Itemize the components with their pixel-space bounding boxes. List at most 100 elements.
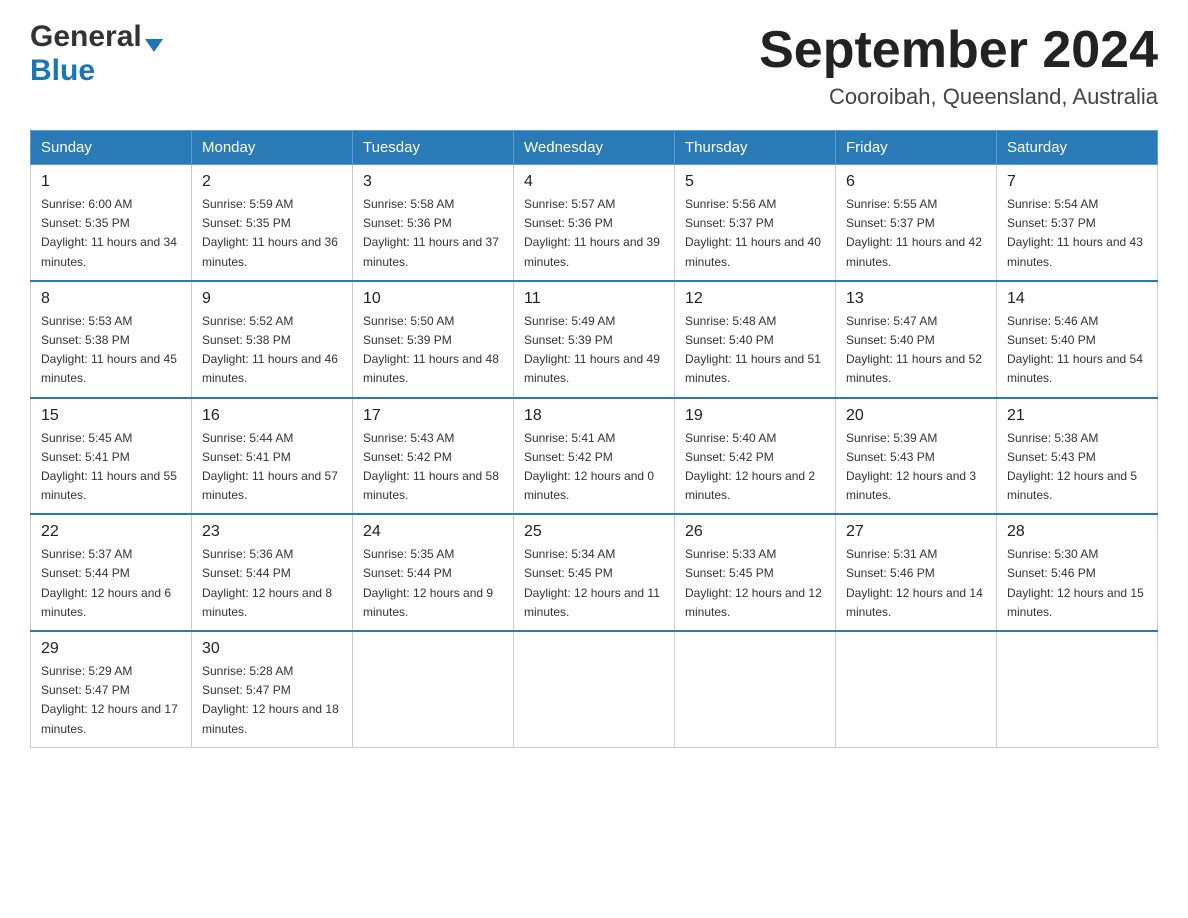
day-info: Sunrise: 5:46 AMSunset: 5:40 PMDaylight:… xyxy=(1007,312,1147,389)
day-info: Sunrise: 5:36 AMSunset: 5:44 PMDaylight:… xyxy=(202,545,342,622)
calendar-title: September 2024 xyxy=(759,20,1158,80)
day-info: Sunrise: 5:54 AMSunset: 5:37 PMDaylight:… xyxy=(1007,195,1147,272)
day-number: 15 xyxy=(41,407,181,425)
day-number: 19 xyxy=(685,407,825,425)
day-headers-row: SundayMondayTuesdayWednesdayThursdayFrid… xyxy=(31,131,1158,165)
calendar-cell: 17 Sunrise: 5:43 AMSunset: 5:42 PMDaylig… xyxy=(353,398,514,515)
calendar-cell: 10 Sunrise: 5:50 AMSunset: 5:39 PMDaylig… xyxy=(353,281,514,398)
day-info: Sunrise: 5:47 AMSunset: 5:40 PMDaylight:… xyxy=(846,312,986,389)
day-number: 23 xyxy=(202,523,342,541)
day-number: 4 xyxy=(524,173,664,191)
day-info: Sunrise: 5:49 AMSunset: 5:39 PMDaylight:… xyxy=(524,312,664,389)
day-info: Sunrise: 5:40 AMSunset: 5:42 PMDaylight:… xyxy=(685,429,825,506)
calendar-cell: 19 Sunrise: 5:40 AMSunset: 5:42 PMDaylig… xyxy=(675,398,836,515)
day-number: 30 xyxy=(202,640,342,658)
calendar-cell: 25 Sunrise: 5:34 AMSunset: 5:45 PMDaylig… xyxy=(514,514,675,631)
day-number: 3 xyxy=(363,173,503,191)
day-number: 20 xyxy=(846,407,986,425)
calendar-cell: 28 Sunrise: 5:30 AMSunset: 5:46 PMDaylig… xyxy=(997,514,1158,631)
day-info: Sunrise: 5:30 AMSunset: 5:46 PMDaylight:… xyxy=(1007,545,1147,622)
day-info: Sunrise: 5:52 AMSunset: 5:38 PMDaylight:… xyxy=(202,312,342,389)
calendar-cell: 21 Sunrise: 5:38 AMSunset: 5:43 PMDaylig… xyxy=(997,398,1158,515)
calendar-cell: 16 Sunrise: 5:44 AMSunset: 5:41 PMDaylig… xyxy=(192,398,353,515)
calendar-cell: 12 Sunrise: 5:48 AMSunset: 5:40 PMDaylig… xyxy=(675,281,836,398)
day-number: 27 xyxy=(846,523,986,541)
calendar-cell: 2 Sunrise: 5:59 AMSunset: 5:35 PMDayligh… xyxy=(192,165,353,281)
calendar-table: SundayMondayTuesdayWednesdayThursdayFrid… xyxy=(30,130,1158,748)
day-info: Sunrise: 5:37 AMSunset: 5:44 PMDaylight:… xyxy=(41,545,181,622)
day-info: Sunrise: 5:57 AMSunset: 5:36 PMDaylight:… xyxy=(524,195,664,272)
day-info: Sunrise: 5:53 AMSunset: 5:38 PMDaylight:… xyxy=(41,312,181,389)
day-info: Sunrise: 5:35 AMSunset: 5:44 PMDaylight:… xyxy=(363,545,503,622)
calendar-cell xyxy=(675,631,836,747)
calendar-cell: 30 Sunrise: 5:28 AMSunset: 5:47 PMDaylig… xyxy=(192,631,353,747)
calendar-cell xyxy=(836,631,997,747)
calendar-cell: 24 Sunrise: 5:35 AMSunset: 5:44 PMDaylig… xyxy=(353,514,514,631)
day-info: Sunrise: 6:00 AMSunset: 5:35 PMDaylight:… xyxy=(41,195,181,272)
logo: General Blue xyxy=(30,20,163,88)
day-info: Sunrise: 5:59 AMSunset: 5:35 PMDaylight:… xyxy=(202,195,342,272)
day-header-monday: Monday xyxy=(192,131,353,165)
calendar-cell: 27 Sunrise: 5:31 AMSunset: 5:46 PMDaylig… xyxy=(836,514,997,631)
calendar-cell: 7 Sunrise: 5:54 AMSunset: 5:37 PMDayligh… xyxy=(997,165,1158,281)
day-number: 13 xyxy=(846,290,986,308)
page-header: General Blue September 2024 Cooroibah, Q… xyxy=(30,20,1158,110)
day-header-sunday: Sunday xyxy=(31,131,192,165)
day-info: Sunrise: 5:43 AMSunset: 5:42 PMDaylight:… xyxy=(363,429,503,506)
day-number: 9 xyxy=(202,290,342,308)
day-number: 26 xyxy=(685,523,825,541)
day-number: 8 xyxy=(41,290,181,308)
day-number: 12 xyxy=(685,290,825,308)
calendar-subtitle: Cooroibah, Queensland, Australia xyxy=(759,84,1158,110)
day-info: Sunrise: 5:38 AMSunset: 5:43 PMDaylight:… xyxy=(1007,429,1147,506)
logo-triangle-icon xyxy=(145,39,163,52)
day-number: 21 xyxy=(1007,407,1147,425)
title-area: September 2024 Cooroibah, Queensland, Au… xyxy=(759,20,1158,110)
calendar-cell xyxy=(514,631,675,747)
day-number: 29 xyxy=(41,640,181,658)
day-info: Sunrise: 5:55 AMSunset: 5:37 PMDaylight:… xyxy=(846,195,986,272)
day-info: Sunrise: 5:34 AMSunset: 5:45 PMDaylight:… xyxy=(524,545,664,622)
calendar-cell: 15 Sunrise: 5:45 AMSunset: 5:41 PMDaylig… xyxy=(31,398,192,515)
week-row-4: 22 Sunrise: 5:37 AMSunset: 5:44 PMDaylig… xyxy=(31,514,1158,631)
logo-general-text: General xyxy=(30,20,142,54)
day-info: Sunrise: 5:28 AMSunset: 5:47 PMDaylight:… xyxy=(202,662,342,739)
day-info: Sunrise: 5:58 AMSunset: 5:36 PMDaylight:… xyxy=(363,195,503,272)
day-info: Sunrise: 5:45 AMSunset: 5:41 PMDaylight:… xyxy=(41,429,181,506)
day-info: Sunrise: 5:48 AMSunset: 5:40 PMDaylight:… xyxy=(685,312,825,389)
calendar-cell: 26 Sunrise: 5:33 AMSunset: 5:45 PMDaylig… xyxy=(675,514,836,631)
week-row-3: 15 Sunrise: 5:45 AMSunset: 5:41 PMDaylig… xyxy=(31,398,1158,515)
day-number: 7 xyxy=(1007,173,1147,191)
calendar-cell: 13 Sunrise: 5:47 AMSunset: 5:40 PMDaylig… xyxy=(836,281,997,398)
calendar-cell xyxy=(997,631,1158,747)
calendar-cell: 22 Sunrise: 5:37 AMSunset: 5:44 PMDaylig… xyxy=(31,514,192,631)
day-header-wednesday: Wednesday xyxy=(514,131,675,165)
day-number: 11 xyxy=(524,290,664,308)
day-info: Sunrise: 5:29 AMSunset: 5:47 PMDaylight:… xyxy=(41,662,181,739)
calendar-cell: 20 Sunrise: 5:39 AMSunset: 5:43 PMDaylig… xyxy=(836,398,997,515)
calendar-cell: 23 Sunrise: 5:36 AMSunset: 5:44 PMDaylig… xyxy=(192,514,353,631)
calendar-cell: 6 Sunrise: 5:55 AMSunset: 5:37 PMDayligh… xyxy=(836,165,997,281)
day-number: 5 xyxy=(685,173,825,191)
week-row-2: 8 Sunrise: 5:53 AMSunset: 5:38 PMDayligh… xyxy=(31,281,1158,398)
calendar-cell: 29 Sunrise: 5:29 AMSunset: 5:47 PMDaylig… xyxy=(31,631,192,747)
day-info: Sunrise: 5:56 AMSunset: 5:37 PMDaylight:… xyxy=(685,195,825,272)
calendar-cell: 11 Sunrise: 5:49 AMSunset: 5:39 PMDaylig… xyxy=(514,281,675,398)
calendar-cell: 8 Sunrise: 5:53 AMSunset: 5:38 PMDayligh… xyxy=(31,281,192,398)
day-number: 24 xyxy=(363,523,503,541)
calendar-cell: 9 Sunrise: 5:52 AMSunset: 5:38 PMDayligh… xyxy=(192,281,353,398)
logo-blue-text: Blue xyxy=(30,54,95,87)
day-number: 18 xyxy=(524,407,664,425)
day-info: Sunrise: 5:41 AMSunset: 5:42 PMDaylight:… xyxy=(524,429,664,506)
day-number: 25 xyxy=(524,523,664,541)
day-number: 14 xyxy=(1007,290,1147,308)
week-row-5: 29 Sunrise: 5:29 AMSunset: 5:47 PMDaylig… xyxy=(31,631,1158,747)
day-number: 6 xyxy=(846,173,986,191)
day-number: 28 xyxy=(1007,523,1147,541)
day-info: Sunrise: 5:44 AMSunset: 5:41 PMDaylight:… xyxy=(202,429,342,506)
day-number: 1 xyxy=(41,173,181,191)
day-number: 16 xyxy=(202,407,342,425)
calendar-cell: 3 Sunrise: 5:58 AMSunset: 5:36 PMDayligh… xyxy=(353,165,514,281)
day-number: 22 xyxy=(41,523,181,541)
calendar-cell: 5 Sunrise: 5:56 AMSunset: 5:37 PMDayligh… xyxy=(675,165,836,281)
